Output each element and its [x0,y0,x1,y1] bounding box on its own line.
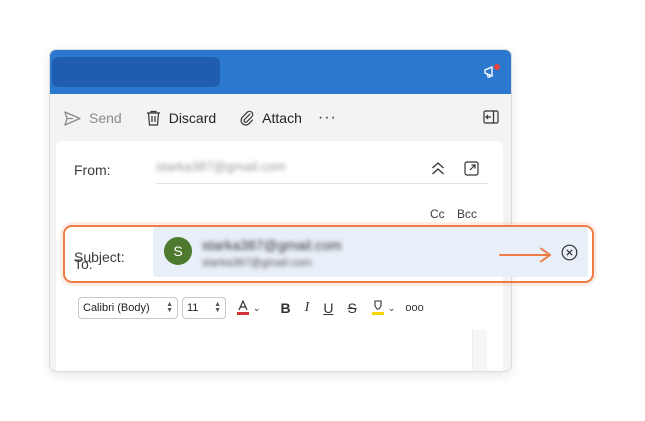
font-color-icon[interactable]: ⌄ [236,300,261,316]
font-size-stepper-icon: ▲ ▼ [214,301,221,314]
format-more-button[interactable]: ooo [405,302,423,314]
cc-button[interactable]: Cc [430,207,445,221]
attach-label: Attach [262,110,302,126]
discard-label: Discard [168,110,217,126]
font-size-select[interactable]: 11 ▲ ▼ [182,297,226,319]
font-family-value: Calibri (Body) [83,302,150,314]
sidebar-collapse-icon[interactable] [483,110,499,127]
bcc-button[interactable]: Bcc [457,207,477,221]
italic-button[interactable]: I [305,300,310,316]
scrollbar[interactable] [472,330,487,371]
from-label: From: [74,162,111,178]
more-icon[interactable]: ··· [318,109,337,127]
send-button[interactable]: Send [64,110,122,126]
popout-icon[interactable] [464,161,479,181]
from-divider [156,183,488,184]
megaphone-icon[interactable] [483,64,501,80]
font-size-value: 11 [187,302,199,314]
font-family-stepper-icon: ▲ ▼ [166,301,173,314]
send-label: Send [89,110,122,126]
compose-window: Send Discard Attach ··· From: starka387@… [50,50,511,371]
chevron-up-double-icon[interactable] [431,162,445,180]
highlighter-icon[interactable]: ⌄ [371,300,395,316]
discard-button[interactable]: Discard [146,110,216,126]
underline-button[interactable]: U [323,300,333,316]
attach-button[interactable]: Attach [240,110,302,126]
title-placeholder [52,57,220,87]
title-bar [50,50,511,94]
compose-toolbar: Send Discard Attach ··· [50,100,511,136]
font-family-select[interactable]: Calibri (Body) ▲ ▼ [78,297,178,319]
paperclip-icon [240,110,254,126]
from-field[interactable]: starka387@gmail.com [156,159,316,179]
arrow-right-icon [498,246,554,269]
bold-button[interactable]: B [281,300,291,316]
send-icon [64,110,81,126]
formatting-toolbar: Calibri (Body) ▲ ▼ 11 ▲ ▼ ⌄ B I U S ⌄ ooo [78,296,508,320]
strikethrough-button[interactable]: S [347,300,356,316]
trash-icon [146,110,161,126]
